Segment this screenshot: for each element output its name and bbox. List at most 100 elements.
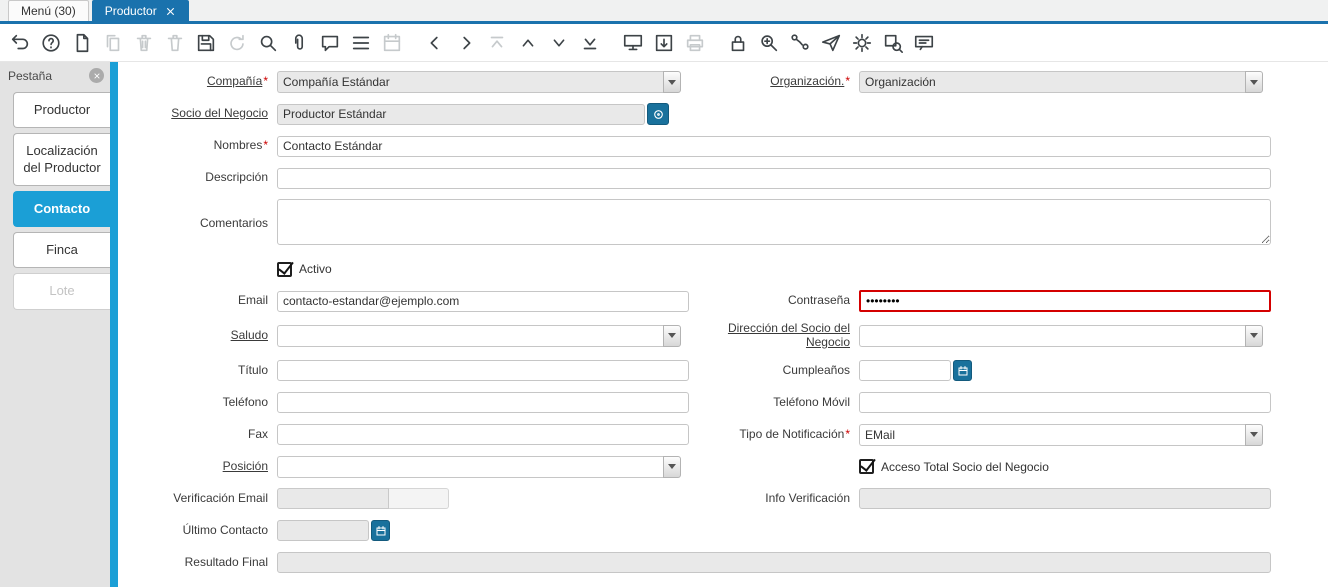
collapse-sidebar-button[interactable]	[89, 68, 104, 83]
telefono-label: Teléfono	[222, 394, 268, 409]
grid-toggle-icon[interactable]	[345, 27, 376, 58]
sidebar-item-lote: Lote	[13, 273, 110, 310]
organizacion-combo[interactable]: Organización	[859, 71, 1263, 93]
chevron-down-icon[interactable]	[1245, 324, 1263, 347]
content-area: Pestaña Productor Localización del Produ…	[0, 62, 1328, 587]
comentarios-textarea[interactable]	[277, 199, 1271, 245]
record-info-icon	[653, 109, 663, 119]
close-icon[interactable]	[165, 6, 176, 17]
comentarios-label: Comentarios	[199, 215, 268, 230]
calendar-icon	[958, 365, 967, 376]
email-label: Email	[237, 293, 268, 308]
sidebar-item-label: Contacto	[33, 200, 91, 216]
new-record-icon[interactable]	[66, 27, 97, 58]
descripcion-input[interactable]	[277, 167, 1271, 189]
previous-record-icon[interactable]	[512, 27, 543, 58]
fax-label: Fax	[247, 426, 268, 441]
saludo-value	[277, 324, 663, 347]
find-icon[interactable]	[252, 27, 283, 58]
query-icon[interactable]	[877, 27, 908, 58]
sidebar-header-label: Pestaña	[8, 68, 53, 83]
titulo-input[interactable]	[277, 360, 689, 382]
descripcion-label: Descripción	[205, 170, 268, 185]
parent-record-icon[interactable]	[419, 27, 450, 58]
undo-icon[interactable]	[4, 27, 35, 58]
sidebar-item-localizacion[interactable]: Localización del Productor	[13, 133, 110, 186]
tab-productor[interactable]: Productor	[91, 0, 189, 21]
email-input[interactable]	[277, 290, 689, 312]
resultado-final-input	[277, 552, 1271, 574]
process-icon[interactable]	[846, 27, 877, 58]
toolbar	[0, 24, 1328, 62]
chat-icon[interactable]	[314, 27, 345, 58]
workflow-icon[interactable]	[784, 27, 815, 58]
direccion-value	[859, 324, 1245, 347]
form-panel: Compañía* Compañía Estándar Organización…	[118, 62, 1328, 587]
cumpleanos-input[interactable]	[859, 360, 951, 382]
resultado-final-label: Resultado Final	[184, 554, 268, 569]
last-record-icon[interactable]	[574, 27, 605, 58]
tipo-notificacion-value: EMail	[859, 423, 1245, 446]
save-icon[interactable]	[190, 27, 221, 58]
chevron-down-icon[interactable]	[663, 324, 681, 347]
posicion-label: Posición	[222, 458, 268, 473]
activo-checkbox[interactable]	[277, 261, 292, 277]
close-icon	[93, 72, 100, 79]
required-marker: *	[263, 138, 268, 153]
saludo-label: Saludo	[230, 327, 268, 342]
sidebar-item-label: Productor	[33, 102, 91, 117]
print-icon	[679, 27, 710, 58]
report-icon[interactable]	[617, 27, 648, 58]
chevron-down-icon[interactable]	[663, 71, 681, 93]
sidebar-header: Pestaña	[0, 62, 110, 87]
contrasena-label: Contraseña	[787, 293, 850, 308]
business-partner-lookup-button[interactable]	[647, 103, 669, 125]
acceso-total-label: Acceso Total Socio del Negocio	[881, 459, 1049, 474]
telefono-input[interactable]	[277, 392, 689, 414]
zoom-across-icon[interactable]	[753, 27, 784, 58]
active-tab-indicator-bar	[110, 62, 118, 587]
telefono-movil-input[interactable]	[859, 392, 1271, 414]
nombres-input[interactable]	[277, 135, 1271, 157]
socio-input	[277, 103, 645, 125]
required-marker: *	[845, 426, 850, 441]
tab-menu[interactable]: Menú (30)	[8, 0, 89, 21]
posicion-value	[277, 455, 663, 478]
compania-label: Compañía*	[206, 74, 268, 89]
compania-combo[interactable]: Compañía Estándar	[277, 71, 681, 93]
help-icon[interactable]	[35, 27, 66, 58]
organizacion-value: Organización	[859, 71, 1245, 93]
contrasena-input[interactable]	[859, 290, 1271, 312]
chevron-down-icon[interactable]	[1245, 423, 1263, 446]
archive-icon[interactable]	[648, 27, 679, 58]
lock-icon[interactable]	[722, 27, 753, 58]
saludo-combo[interactable]	[277, 324, 681, 347]
sidebar-item-contacto[interactable]: Contacto	[13, 190, 110, 227]
posicion-combo[interactable]	[277, 455, 681, 478]
chevron-down-icon[interactable]	[1245, 71, 1263, 93]
sidebar-item-label: Lote	[49, 283, 75, 299]
sidebar-item-productor[interactable]: Productor	[13, 92, 110, 129]
calendar-button[interactable]	[371, 520, 390, 542]
detail-record-icon[interactable]	[450, 27, 481, 58]
calendar-button[interactable]	[953, 360, 972, 382]
info-verificacion-label: Info Verificación	[765, 490, 850, 505]
sidebar-item-finca[interactable]: Finca	[13, 232, 110, 269]
chevron-down-icon[interactable]	[663, 455, 681, 478]
next-record-icon[interactable]	[543, 27, 574, 58]
acceso-total-checkbox[interactable]	[859, 459, 874, 475]
send-icon[interactable]	[815, 27, 846, 58]
compania-value: Compañía Estándar	[277, 71, 663, 93]
attachment-icon[interactable]	[283, 27, 314, 58]
telefono-movil-label: Teléfono Móvil	[773, 394, 850, 409]
calendar-icon	[376, 525, 385, 536]
required-marker: *	[263, 74, 268, 89]
ultimo-contacto-label: Último Contacto	[182, 522, 268, 537]
tipo-notificacion-combo[interactable]: EMail	[859, 423, 1263, 446]
verificacion-email-status	[389, 488, 449, 510]
direccion-combo[interactable]	[859, 324, 1263, 347]
comments-panel-icon[interactable]	[908, 27, 939, 58]
nombres-label: Nombres*	[213, 138, 268, 153]
fax-input[interactable]	[277, 424, 689, 446]
info-verificacion-input	[859, 488, 1271, 510]
